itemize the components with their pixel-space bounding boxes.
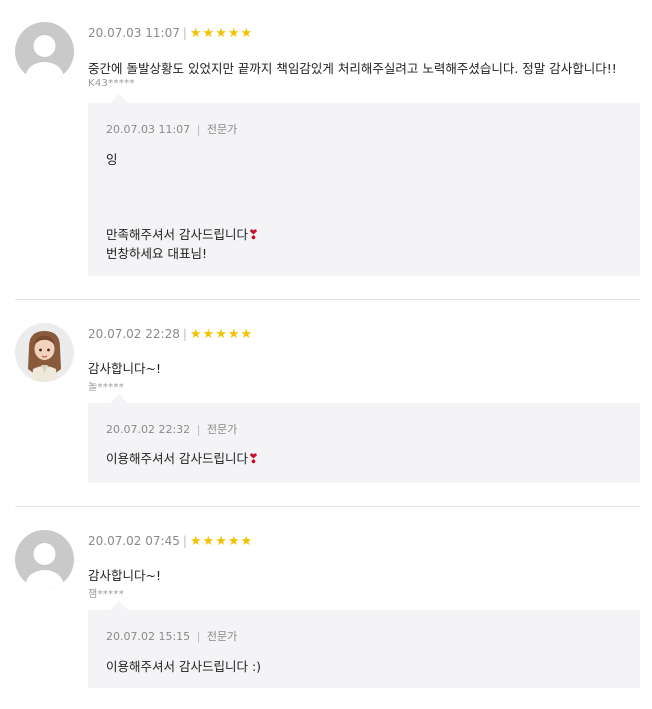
reply-date: 20.07.03 11:07 bbox=[106, 123, 191, 136]
review-meta: 20.07.02 07:45 | ★ ★ ★ ★ ★ bbox=[88, 534, 252, 548]
reviewer-id: K43***** bbox=[88, 78, 135, 89]
review-text: 중간에 돌발상황도 있었지만 끝까지 책임감있게 처리해주실려고 노력해주셨습니… bbox=[88, 61, 617, 76]
star-icon: ★ bbox=[189, 25, 202, 41]
star-icon: ★ bbox=[189, 533, 202, 549]
star-icon: ★ bbox=[227, 533, 240, 549]
reply-line: 번창하세요 대표님! bbox=[106, 246, 207, 261]
star-rating: ★ ★ ★ ★ ★ bbox=[190, 328, 252, 341]
reviewer-id: 놀***** bbox=[88, 382, 124, 393]
expert-reply: 20.07.02 22:32 | 전문가 이용해주셔서 감사드립니다❣ bbox=[88, 394, 640, 483]
reply-line: 이용해주셔서 감사드립니다 :) bbox=[106, 659, 262, 674]
star-icon: ★ bbox=[215, 326, 227, 342]
separator: | bbox=[182, 534, 187, 548]
heart-icon: ❣ bbox=[247, 228, 259, 243]
star-icon: ★ bbox=[240, 326, 253, 342]
star-icon: ★ bbox=[202, 25, 215, 41]
star-icon: ★ bbox=[215, 533, 227, 549]
star-icon: ★ bbox=[189, 326, 202, 342]
expert-reply: 20.07.03 11:07 | 전문가 잉 만족해주셔서 감사드립니다❣ 번창… bbox=[88, 94, 640, 276]
star-icon: ★ bbox=[240, 533, 253, 549]
reply-meta: 20.07.02 15:15 | 전문가 bbox=[106, 628, 237, 644]
default-avatar-icon bbox=[15, 22, 74, 81]
star-icon: ★ bbox=[202, 326, 215, 342]
star-icon: ★ bbox=[227, 25, 240, 41]
separator: | bbox=[182, 327, 187, 341]
star-icon: ★ bbox=[202, 533, 215, 549]
review-meta: 20.07.03 11:07 | ★ ★ ★ ★ ★ bbox=[88, 26, 252, 40]
reply-line: 만족해주셔서 감사드립니다❣ bbox=[106, 224, 259, 243]
review-item: 20.07.02 22:28 | ★ ★ ★ ★ ★ 감사합니다~! 놀****… bbox=[0, 300, 652, 506]
default-avatar-icon bbox=[15, 530, 74, 589]
review-item: 20.07.02 07:45 | ★ ★ ★ ★ ★ 감사합니다~! 잼****… bbox=[0, 507, 652, 709]
reply-line: 잉 bbox=[106, 152, 118, 167]
separator: | bbox=[196, 630, 201, 643]
star-icon: ★ bbox=[240, 25, 253, 41]
reply-meta: 20.07.02 22:32 | 전문가 bbox=[106, 421, 237, 437]
reply-line-text: 만족해주셔서 감사드립니다 bbox=[106, 227, 248, 242]
character-avatar-icon bbox=[15, 323, 74, 382]
review-meta: 20.07.02 22:28 | ★ ★ ★ ★ ★ bbox=[88, 327, 252, 341]
separator: | bbox=[182, 26, 187, 40]
review-date: 20.07.02 22:28 bbox=[88, 327, 180, 341]
separator: | bbox=[196, 123, 201, 136]
heart-icon: ❣ bbox=[247, 452, 259, 467]
separator: | bbox=[196, 423, 201, 436]
expert-reply: 20.07.02 15:15 | 전문가 이용해주셔서 감사드립니다 :) bbox=[88, 601, 640, 688]
avatar[interactable] bbox=[15, 22, 74, 81]
review-text: 감사합니다~! bbox=[88, 568, 161, 583]
avatar[interactable] bbox=[15, 323, 74, 382]
review-date: 20.07.02 07:45 bbox=[88, 534, 180, 548]
reply-date: 20.07.02 15:15 bbox=[106, 630, 191, 643]
star-rating: ★ ★ ★ ★ ★ bbox=[190, 27, 252, 40]
review-date: 20.07.03 11:07 bbox=[88, 26, 180, 40]
reply-meta: 20.07.03 11:07 | 전문가 bbox=[106, 121, 237, 137]
reply-role: 전문가 bbox=[206, 630, 238, 643]
review-text: 감사합니다~! bbox=[88, 361, 161, 376]
reply-role: 전문가 bbox=[206, 423, 238, 436]
reply-date: 20.07.02 22:32 bbox=[106, 423, 191, 436]
star-icon: ★ bbox=[227, 326, 240, 342]
reviewer-id: 잼***** bbox=[88, 589, 124, 600]
reply-line-text: 이용해주셔서 감사드립니다 bbox=[106, 451, 248, 466]
star-rating: ★ ★ ★ ★ ★ bbox=[190, 535, 252, 548]
reply-line: 이용해주셔서 감사드립니다❣ bbox=[106, 448, 259, 467]
reply-role: 전문가 bbox=[206, 123, 238, 136]
review-item: 20.07.03 11:07 | ★ ★ ★ ★ ★ 중간에 돌발상황도 있었지… bbox=[0, 0, 652, 300]
avatar[interactable] bbox=[15, 530, 74, 589]
star-icon: ★ bbox=[215, 25, 227, 41]
